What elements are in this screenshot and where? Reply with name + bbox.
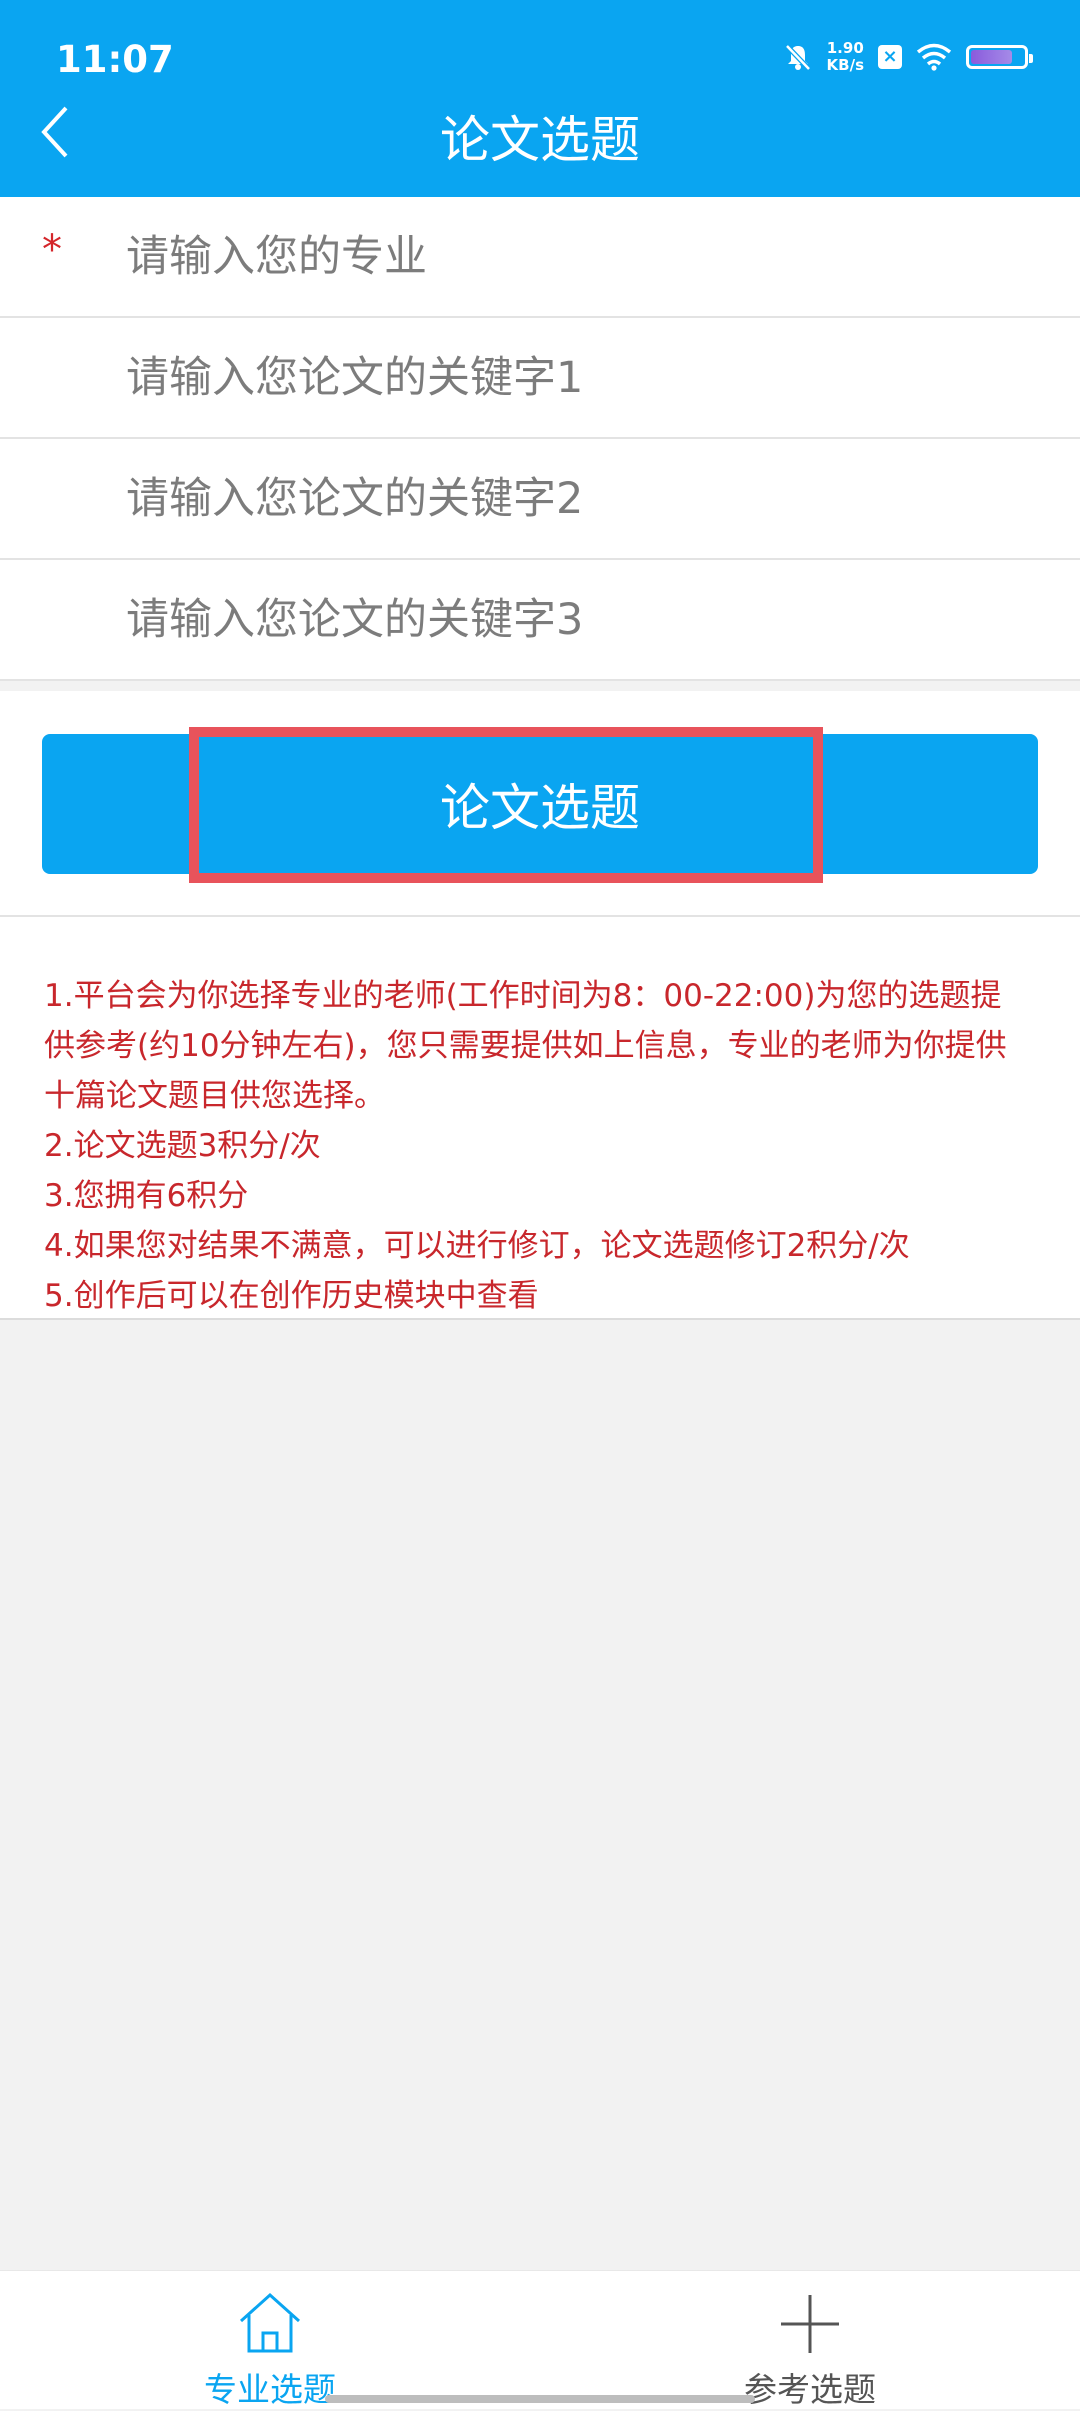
bottom-tab-bar: 专业选题 参考选题 <box>0 2270 1080 2409</box>
major-field-row: * <box>0 197 1080 318</box>
required-mark: * <box>42 227 62 273</box>
notes-panel: 1.平台会为你选择专业的老师(工作时间为8：00-22:00)为您的选题提 供参… <box>0 917 1080 1320</box>
tab-reference-topic-label: 参考选题 <box>744 2370 876 2409</box>
submit-button[interactable]: 论文选题 <box>42 734 1038 874</box>
keyword2-input[interactable] <box>126 439 1026 558</box>
battery-level <box>971 50 1012 64</box>
note-line: 3.您拥有6积分 <box>44 1178 249 1214</box>
net-speed-value: 1.90 <box>826 39 864 57</box>
note-line: 4.如果您对结果不满意，可以进行修订，论文选题修订2积分/次 <box>44 1228 910 1264</box>
page-title: 论文选题 <box>440 111 640 169</box>
plus-icon <box>781 2295 839 2353</box>
status-icons: 1.90 KB/s × <box>783 40 1033 74</box>
home-indicator[interactable] <box>325 2395 755 2403</box>
net-speed-unit: KB/s <box>826 56 864 74</box>
mute-icon <box>784 44 811 71</box>
keyword1-field-row <box>0 318 1080 439</box>
keyword3-input[interactable] <box>126 560 1026 679</box>
wifi-icon <box>916 43 952 71</box>
major-input[interactable] <box>126 197 1026 316</box>
tab-reference-topic[interactable]: 参考选题 <box>540 2271 1080 2409</box>
note-line: 十篇论文题目供您选择。 <box>44 1078 385 1114</box>
keyword2-field-row <box>0 439 1080 560</box>
keyword1-input[interactable] <box>126 318 1026 437</box>
tab-major-topic[interactable]: 专业选题 <box>0 2271 540 2409</box>
battery-icon <box>966 45 1033 69</box>
keyword3-field-row <box>0 560 1080 681</box>
note-line: 1.平台会为你选择专业的老师(工作时间为8：00-22:00)为您的选题提 <box>44 978 1002 1014</box>
x-badge-icon: × <box>878 45 902 69</box>
battery-tip <box>1029 54 1033 63</box>
tab-major-topic-label: 专业选题 <box>204 2370 336 2409</box>
note-line: 2.论文选题3积分/次 <box>44 1128 321 1164</box>
submit-area: 论文选题 <box>0 691 1080 917</box>
note-line: 供参考(约10分钟左右)，您只需要提供如上信息，专业的老师为你提供 <box>44 1028 1007 1064</box>
status-time: 11:07 <box>56 38 174 81</box>
app-header: 11:07 1.90 KB/s × 论文选题 <box>0 0 1080 197</box>
net-speed: 1.90 KB/s <box>827 40 864 74</box>
home-icon <box>239 2292 301 2353</box>
note-line: 5.创作后可以在创作历史模块中查看 <box>44 1278 539 1314</box>
